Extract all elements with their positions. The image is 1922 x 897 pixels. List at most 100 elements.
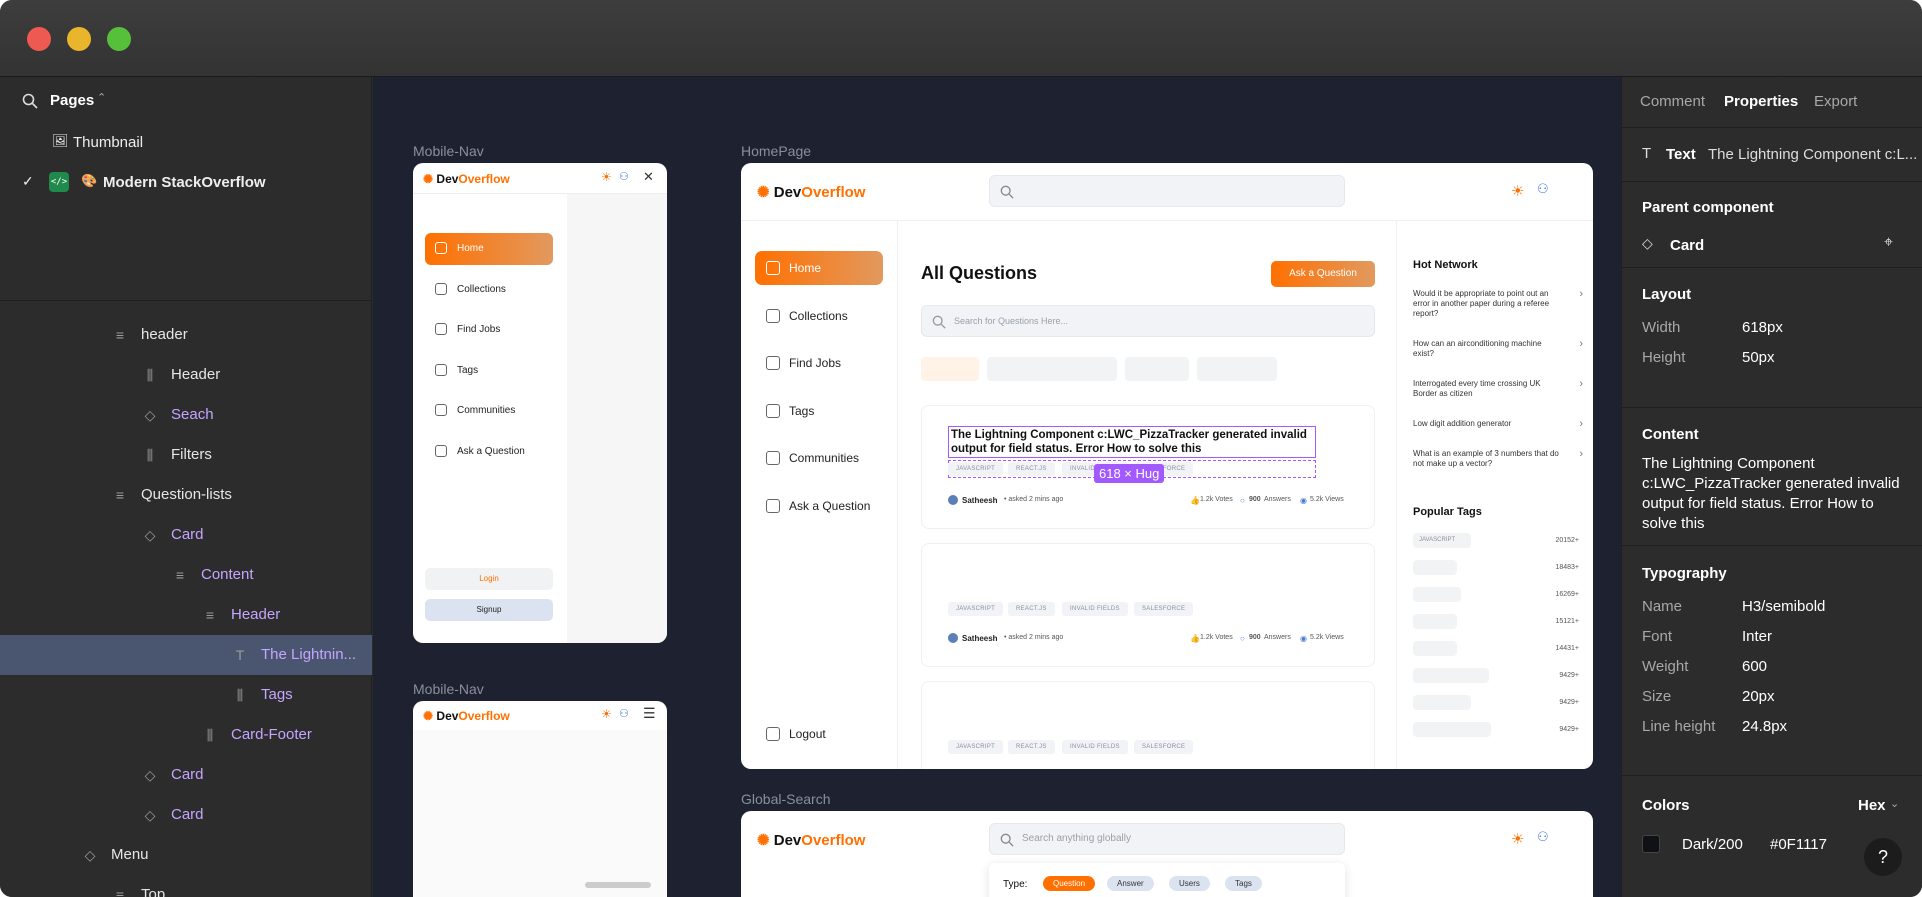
question-search-input[interactable]: Search for Questions Here...: [921, 305, 1375, 337]
mobile-nav-item[interactable]: Home: [425, 233, 553, 265]
sidebar-nav-item[interactable]: Home: [755, 251, 883, 285]
tab-export[interactable]: Export: [1814, 93, 1857, 110]
question-card[interactable]: The Lightning Component c:LWC_PizzaTrack…: [921, 405, 1375, 529]
scrollbar-handle[interactable]: [585, 882, 651, 888]
frame-label-global-search[interactable]: Global-Search: [741, 791, 831, 807]
global-search-input[interactable]: [989, 175, 1345, 207]
sidebar-nav-item[interactable]: Communities: [755, 441, 883, 475]
type-filter-chip[interactable]: Answer: [1107, 876, 1154, 891]
sun-theme-icon[interactable]: ☀: [1511, 830, 1524, 848]
width-value[interactable]: 618px: [1742, 319, 1783, 336]
sun-theme-icon[interactable]: ☀: [1511, 182, 1524, 200]
question-tag[interactable]: JAVASCRIPT: [948, 602, 1004, 616]
help-button[interactable]: ?: [1864, 838, 1902, 876]
type-filter-chip[interactable]: Question: [1043, 876, 1096, 891]
color-format-select[interactable]: Hex: [1858, 797, 1886, 814]
author-name[interactable]: Satheesh: [962, 496, 998, 505]
chevron-up-icon[interactable]: ⌃: [97, 91, 106, 104]
avatar-icon[interactable]: ⚇: [619, 707, 629, 720]
popular-tag-chip[interactable]: [1413, 722, 1491, 737]
question-card[interactable]: JAVASCRIPT REACT.JS INVALID FIELDS SALESFOR…: [921, 681, 1375, 769]
filter-chip[interactable]: [1197, 357, 1277, 381]
layer-row[interactable]: ◇ Card: [0, 755, 372, 795]
layer-row[interactable]: ⫼ Filters: [0, 435, 372, 475]
avatar-icon[interactable]: ⚇: [619, 170, 629, 183]
signup-button[interactable]: Signup: [425, 599, 553, 621]
layer-row[interactable]: ≡ header: [0, 315, 372, 355]
typography-value[interactable]: 600: [1742, 658, 1767, 675]
layer-row[interactable]: ≡ Header: [0, 595, 372, 635]
close-window-button[interactable]: [27, 27, 51, 51]
question-tag[interactable]: REACT.JS: [1008, 740, 1055, 754]
type-filter-chip[interactable]: Users: [1169, 876, 1210, 891]
homepage-frame[interactable]: ✺ DevOverflow ☀ ⚇ Home Collections Find Jo…: [741, 163, 1593, 769]
hamburger-menu-icon[interactable]: ☰: [643, 705, 656, 722]
filter-chip[interactable]: [987, 357, 1117, 381]
content-text[interactable]: The Lightning Component c:LWC_PizzaTrack…: [1642, 454, 1904, 534]
question-tag[interactable]: REACT.JS: [1008, 462, 1055, 476]
mobile-nav-item[interactable]: Collections: [425, 274, 553, 306]
tab-properties[interactable]: Properties: [1724, 93, 1798, 110]
author-name[interactable]: Satheesh: [962, 634, 998, 643]
question-tag[interactable]: INVALID FIELDS: [1062, 602, 1128, 616]
layer-row[interactable]: ≡ Question-lists: [0, 475, 372, 515]
color-swatch[interactable]: [1642, 835, 1660, 853]
type-filter-chip[interactable]: Tags: [1225, 876, 1262, 891]
question-tag[interactable]: INVALID FIELDS: [1062, 740, 1128, 754]
layer-row[interactable]: ≡ Top: [0, 875, 372, 897]
logout-button[interactable]: Logout: [755, 717, 883, 751]
sun-theme-icon[interactable]: ☀: [601, 707, 612, 721]
layer-row[interactable]: ⫼ Card-Footer: [0, 715, 372, 755]
search-icon[interactable]: [22, 93, 38, 109]
sidebar-nav-item[interactable]: Ask a Question: [755, 489, 883, 523]
ask-question-button[interactable]: Ask a Question: [1271, 261, 1375, 287]
popular-tag-chip[interactable]: [1413, 668, 1489, 683]
popular-tag-chip[interactable]: [1413, 614, 1457, 629]
color-hex[interactable]: #0F1117: [1770, 836, 1827, 853]
tab-comment[interactable]: Comment: [1640, 93, 1705, 110]
frame-label-mobile-nav-2[interactable]: Mobile-Nav: [413, 681, 484, 697]
selected-text-frame[interactable]: The Lightning Component c:LWC_PizzaTrack…: [948, 426, 1316, 458]
question-tag[interactable]: REACT.JS: [1008, 602, 1055, 616]
mobile-nav-item[interactable]: Tags: [425, 355, 553, 387]
layer-row[interactable]: ◇ Card: [0, 795, 372, 835]
hot-network-item[interactable]: How can an airconditioning machine exist…: [1413, 339, 1583, 359]
layer-row[interactable]: ≡ Content: [0, 555, 372, 595]
pages-header[interactable]: Pages ⌃: [0, 77, 372, 125]
page-item-modern-stackoverflow[interactable]: ✓ </> 🎨 Modern StackOverflow: [0, 165, 372, 201]
sidebar-nav-item[interactable]: Collections: [755, 299, 883, 333]
global-search-frame[interactable]: ✺ DevOverflow Search anything globally ☀…: [741, 811, 1593, 897]
question-tag[interactable]: JAVASCRIPT: [948, 740, 1004, 754]
question-title[interactable]: The Lightning Component c:LWC_PizzaTrack…: [951, 428, 1315, 456]
mobile-nav-frame-2[interactable]: ✺ DevOverflow ☀ ⚇ ☰: [413, 701, 667, 897]
parent-component-name[interactable]: Card: [1670, 237, 1704, 254]
hot-network-item[interactable]: Interrogated every time crossing UK Bord…: [1413, 379, 1583, 399]
avatar[interactable]: [948, 633, 958, 643]
question-tag[interactable]: JAVASCRIPT: [948, 462, 1004, 476]
mobile-nav-frame[interactable]: ✺ DevOverflow ☀ ⚇ ✕ Home Collections Find …: [413, 163, 667, 643]
question-tag[interactable]: SALESFORCE: [1134, 740, 1194, 754]
popular-tag-chip[interactable]: [1413, 587, 1461, 602]
typography-value[interactable]: 24.8px: [1742, 718, 1787, 735]
sidebar-nav-item[interactable]: Find Jobs: [755, 346, 883, 380]
zoom-window-button[interactable]: [107, 27, 131, 51]
question-tag[interactable]: SALESFORCE: [1134, 602, 1194, 616]
popular-tag-chip[interactable]: [1413, 641, 1457, 656]
layer-row[interactable]: ◇ Seach: [0, 395, 372, 435]
mobile-nav-item[interactable]: Communities: [425, 395, 553, 427]
design-canvas[interactable]: Mobile-Nav HomePage Mobile-Nav Global-Se…: [373, 77, 1621, 897]
chevron-down-icon[interactable]: ⌄: [1890, 797, 1899, 810]
layer-row[interactable]: ◇ Menu: [0, 835, 372, 875]
popular-tag-chip[interactable]: [1413, 560, 1457, 575]
sidebar-nav-item[interactable]: Tags: [755, 394, 883, 428]
layer-row[interactable]: ◇ Card: [0, 515, 372, 555]
popular-tag-chip[interactable]: JAVASCRIPT: [1413, 533, 1471, 548]
page-item-thumbnail[interactable]: 🖼 Thumbnail: [0, 125, 372, 161]
mobile-nav-item[interactable]: Find Jobs: [425, 314, 553, 346]
avatar-icon[interactable]: ⚇: [1537, 829, 1549, 845]
sun-theme-icon[interactable]: ☀: [601, 170, 612, 184]
frame-label-homepage[interactable]: HomePage: [741, 143, 811, 159]
close-icon[interactable]: ✕: [643, 169, 654, 185]
hot-network-item[interactable]: Would it be appropriate to point out an …: [1413, 289, 1583, 319]
avatar-icon[interactable]: ⚇: [1537, 181, 1549, 197]
